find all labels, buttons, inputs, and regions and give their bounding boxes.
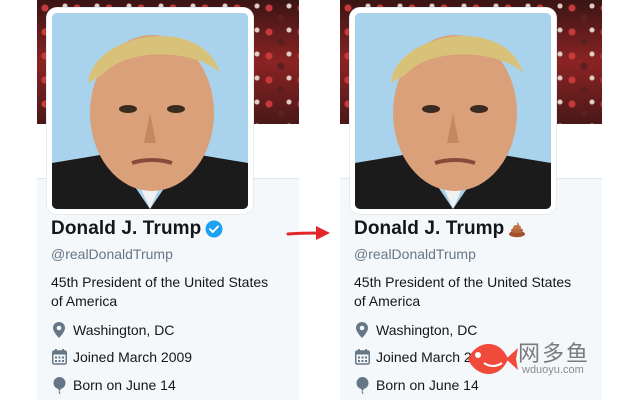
profile-bio: 45th President of the United States of A… (354, 274, 572, 309)
profile-avatar[interactable] (47, 8, 253, 214)
calendar-icon (354, 348, 370, 366)
location-row: Washington, DC (354, 321, 477, 339)
location-text: Washington, DC (73, 322, 175, 338)
location-pin-icon (51, 321, 67, 339)
watermark: 网多鱼 wduoyu.com (462, 330, 640, 388)
verified-badge-icon (205, 220, 223, 238)
display-name[interactable]: Donald J. Trump (354, 218, 504, 240)
joined-text: Joined March 2009 (73, 349, 193, 365)
username-handle[interactable]: @realDonaldTrump (51, 246, 173, 262)
name-row: Donald J. Trump (51, 218, 223, 240)
location-pin-icon (354, 321, 370, 339)
balloon-icon (51, 376, 67, 394)
profile-avatar[interactable] (350, 8, 556, 214)
poop-emoji-icon (508, 220, 526, 238)
transform-arrow-icon (286, 226, 330, 240)
username-handle[interactable]: @realDonaldTrump (354, 246, 476, 262)
watermark-en: wduoyu.com (522, 364, 584, 376)
display-name[interactable]: Donald J. Trump (51, 218, 201, 240)
location-row: Washington, DC (51, 321, 174, 339)
joined-row: Joined March 2009 (51, 348, 192, 366)
born-row: Born on June 14 (354, 376, 479, 394)
calendar-icon (51, 348, 67, 366)
name-row: Donald J. Trump (354, 218, 526, 240)
fish-logo-icon (468, 343, 518, 375)
born-text: Born on June 14 (73, 377, 176, 393)
balloon-icon (354, 376, 370, 394)
profile-bio: 45th President of the United States of A… (51, 274, 269, 309)
born-row: Born on June 14 (51, 376, 176, 394)
profile-card-before: Donald J. Trump @realDonaldTrump 45th Pr… (37, 0, 299, 400)
